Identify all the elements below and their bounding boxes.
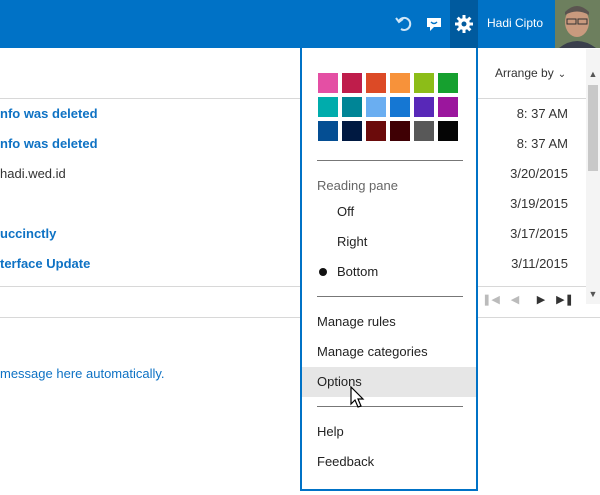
theme-color-swatch[interactable]	[342, 97, 362, 117]
divider	[0, 98, 586, 99]
scrollbar-thumb[interactable]	[588, 85, 598, 171]
undo-icon-glyph	[395, 16, 412, 31]
theme-color-swatch[interactable]	[318, 73, 338, 93]
theme-color-swatch[interactable]	[438, 73, 458, 93]
message-date: 3/17/2015	[510, 226, 568, 241]
message-date: 8: 37 AM	[516, 136, 568, 151]
last-page-icon[interactable]: ▶❚	[556, 290, 574, 308]
divider	[0, 286, 586, 287]
selected-dot-icon	[319, 268, 327, 276]
message-date: 8: 37 AM	[516, 106, 568, 121]
theme-color-swatch[interactable]	[390, 121, 410, 141]
theme-color-swatch[interactable]	[318, 121, 338, 141]
message-subject[interactable]: nfo was deleted	[0, 136, 98, 151]
undo-icon[interactable]	[390, 0, 418, 48]
reading-pane-bottom-label: Bottom	[337, 264, 379, 279]
list-scrollbar[interactable]: ▲ ▼	[586, 49, 600, 304]
theme-color-swatch[interactable]	[438, 121, 458, 141]
help-item[interactable]: Help	[302, 417, 476, 447]
divider	[317, 160, 463, 161]
feedback-chat-icon[interactable]	[420, 0, 448, 48]
top-navigation-bar: Hadi Cipto	[0, 0, 600, 48]
message-subject[interactable]: terface Update	[0, 256, 90, 271]
reading-pane-right[interactable]: Right	[302, 227, 476, 257]
manage-rules-item[interactable]: Manage rules	[302, 307, 476, 337]
theme-color-swatch[interactable]	[318, 97, 338, 117]
gear-icon-glyph	[455, 15, 473, 33]
theme-color-swatch[interactable]	[366, 121, 386, 141]
manage-categories-item[interactable]: Manage categories	[302, 337, 476, 367]
arrange-by-label: Arrange by	[495, 66, 554, 80]
theme-color-swatch[interactable]	[366, 73, 386, 93]
reading-pane-off[interactable]: Off	[302, 197, 476, 227]
reading-pane-text[interactable]: message here automatically.	[0, 366, 165, 381]
chevron-down-icon: ⌄	[557, 69, 567, 80]
theme-color-swatch[interactable]	[342, 121, 362, 141]
theme-color-swatch[interactable]	[414, 73, 434, 93]
theme-color-swatch[interactable]	[342, 73, 362, 93]
message-date: 3/20/2015	[510, 166, 568, 181]
mouse-cursor-icon	[350, 386, 365, 408]
reading-pane-bottom[interactable]: Bottom	[302, 257, 476, 287]
settings-menu: Reading pane Off Right Bottom Manage rul…	[300, 48, 478, 491]
message-subject[interactable]: nfo was deleted	[0, 106, 98, 121]
message-subject[interactable]: uccinctly	[0, 226, 56, 241]
theme-color-swatch[interactable]	[390, 73, 410, 93]
message-date: 3/19/2015	[510, 196, 568, 211]
divider	[317, 406, 463, 407]
theme-color-swatch[interactable]	[390, 97, 410, 117]
arrange-by-dropdown[interactable]: Arrange by ⌄	[495, 66, 566, 80]
theme-color-swatch[interactable]	[438, 97, 458, 117]
theme-color-swatch[interactable]	[414, 97, 434, 117]
scroll-down-icon[interactable]: ▼	[586, 287, 600, 301]
theme-color-swatch[interactable]	[414, 121, 434, 141]
scroll-up-icon[interactable]: ▲	[586, 67, 600, 81]
user-name[interactable]: Hadi Cipto	[487, 0, 543, 48]
theme-color-swatch[interactable]	[366, 97, 386, 117]
gear-icon[interactable]	[450, 0, 478, 48]
reading-pane-heading: Reading pane	[317, 178, 398, 193]
avatar-photo	[555, 0, 600, 48]
message-subject[interactable]: hadi.wed.id	[0, 166, 66, 181]
divider	[317, 296, 463, 297]
message-date: 3/11/2015	[511, 256, 568, 271]
chat-icon-glyph	[427, 18, 441, 31]
previous-page-icon[interactable]: ◀	[508, 290, 522, 308]
avatar[interactable]	[555, 0, 600, 48]
options-item[interactable]: Options	[302, 367, 476, 397]
next-page-icon[interactable]: ▶	[534, 290, 548, 308]
first-page-icon[interactable]: ❚◀	[482, 290, 500, 308]
feedback-item[interactable]: Feedback	[302, 447, 476, 477]
